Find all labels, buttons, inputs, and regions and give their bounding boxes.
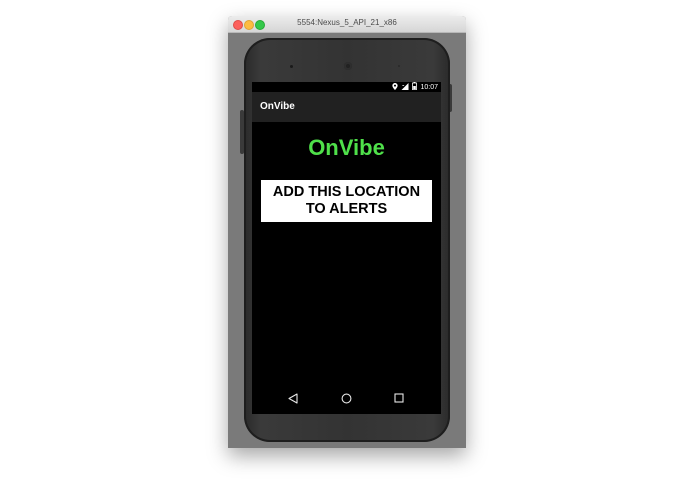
location-icon [392, 82, 399, 92]
sensor-dot-right [398, 65, 400, 67]
app-title: OnVibe [260, 101, 295, 112]
clock: 10:07 [420, 83, 438, 91]
navigation-bar [252, 382, 441, 414]
status-bar: 10:07 [252, 82, 441, 92]
window-titlebar[interactable]: 5554:Nexus_5_API_21_x86 [228, 16, 466, 33]
signal-icon [401, 82, 409, 92]
add-button-label-line1: ADD THIS LOCATION [272, 184, 421, 200]
front-camera [344, 62, 352, 70]
action-bar: OnVibe [252, 92, 441, 122]
window-title: 5554:Nexus_5_API_21_x86 [297, 18, 397, 27]
device-screen: 10:07 OnVibe OnVibe ADD THIS LOCATION TO… [252, 82, 441, 414]
sensor-dot [290, 65, 293, 68]
emulator-window: 5554:Nexus_5_API_21_x86 10:07 OnVibe OnV… [228, 16, 466, 448]
recents-icon[interactable] [392, 391, 406, 405]
brand-logo-text: OnVibe [308, 135, 385, 160]
battery-icon [412, 82, 418, 92]
home-icon[interactable] [339, 391, 353, 405]
add-button-label-line2: TO ALERTS [305, 201, 388, 217]
add-location-to-alerts-button[interactable]: ADD THIS LOCATION TO ALERTS [261, 180, 432, 222]
back-icon[interactable] [286, 391, 300, 405]
